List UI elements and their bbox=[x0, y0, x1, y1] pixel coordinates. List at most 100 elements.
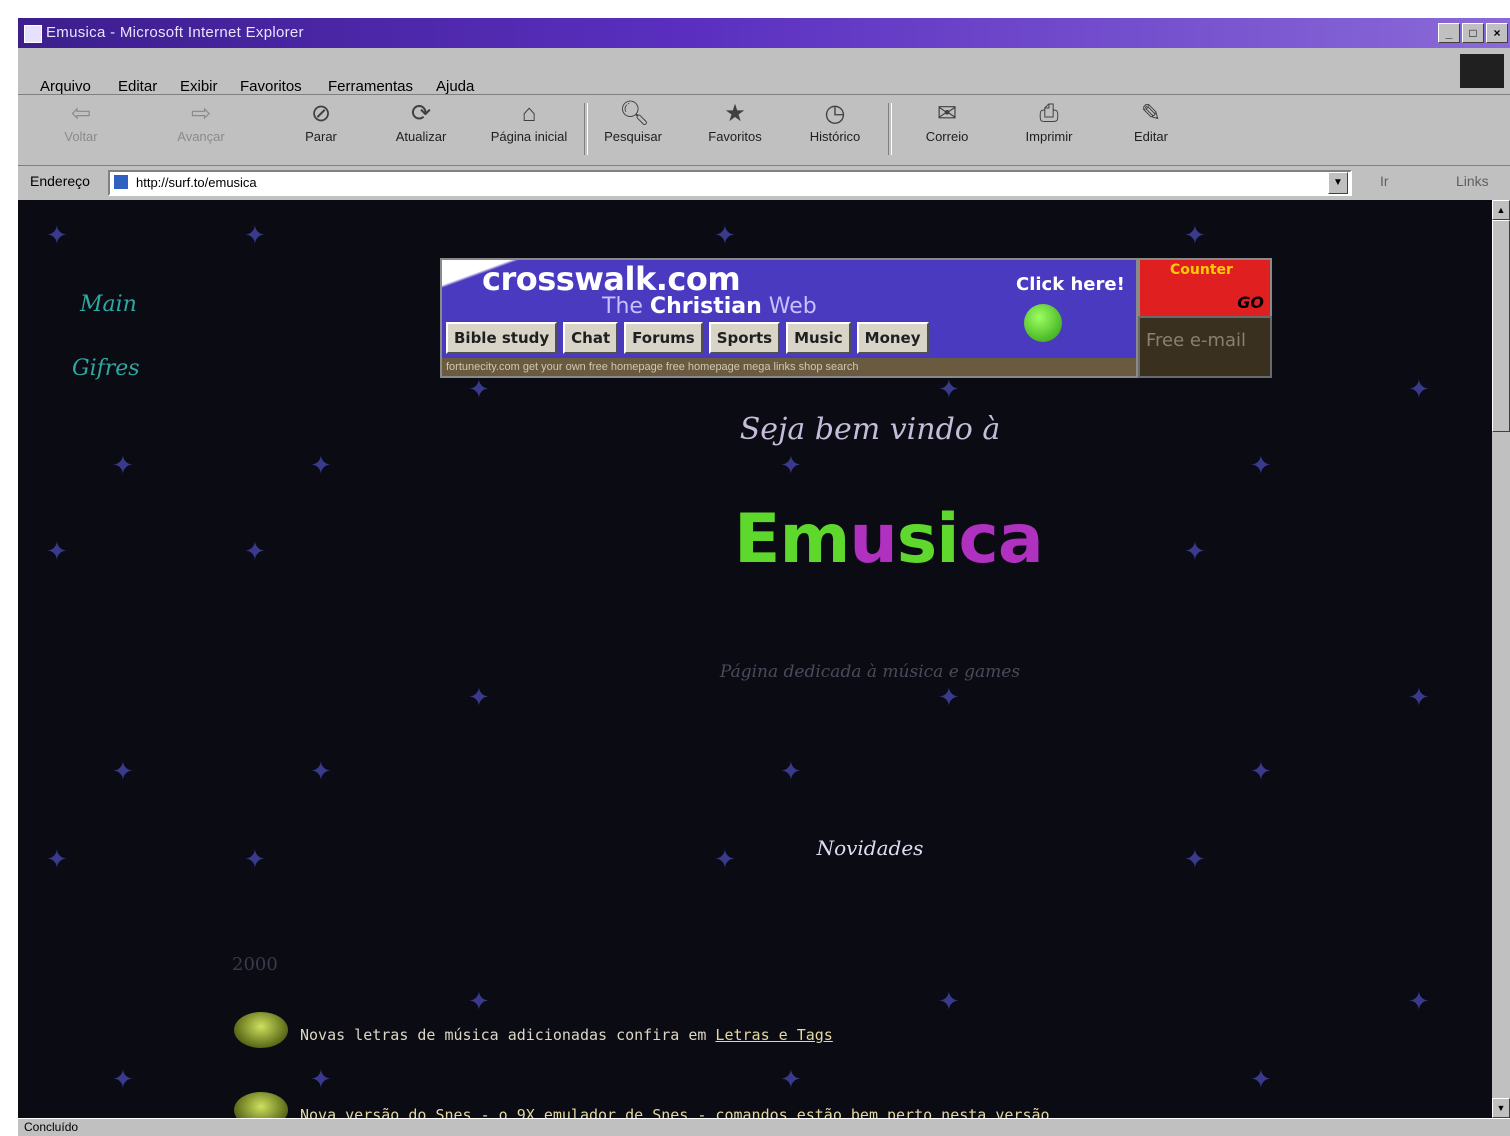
crosswalk-banner[interactable]: crosswalk.com The Christian Web Click he… bbox=[440, 258, 1138, 378]
refresh-button[interactable]: ⟳ Atualizar bbox=[376, 99, 466, 159]
menu-ferramentas[interactable]: Ferramentas bbox=[328, 78, 413, 95]
forward-arrow-icon: ⇨ bbox=[190, 100, 212, 127]
site-subtitle: Página dedicada à música e games bbox=[719, 662, 1021, 682]
mail-icon: ✉ bbox=[936, 100, 958, 127]
ie-page-icon bbox=[24, 25, 42, 43]
print-button[interactable]: ⎙ Imprimir bbox=[1004, 99, 1094, 159]
banner-button-money[interactable]: Money bbox=[856, 322, 929, 354]
mail-button[interactable]: ✉ Correio bbox=[902, 99, 992, 159]
nav-link-main[interactable]: Main bbox=[80, 292, 137, 317]
banner-go-icon[interactable] bbox=[1024, 304, 1062, 342]
star-icon: ✦ bbox=[468, 986, 490, 1016]
star-icon: ✦ bbox=[112, 1064, 134, 1094]
star-icon: ✦ bbox=[244, 536, 266, 566]
new-badge-icon bbox=[234, 1092, 288, 1118]
menu-exibir[interactable]: Exibir bbox=[180, 78, 218, 95]
search-icon: 🔍︎ bbox=[619, 100, 650, 127]
print-label: Imprimir bbox=[1025, 129, 1073, 144]
back-button[interactable]: ⇦ Voltar bbox=[36, 99, 126, 159]
close-button[interactable]: × bbox=[1486, 23, 1508, 43]
counter-banner[interactable]: Counter GO bbox=[1138, 258, 1272, 318]
edit-icon: ✎ bbox=[1140, 100, 1162, 127]
star-icon: ✦ bbox=[1184, 220, 1206, 250]
scroll-up-icon[interactable]: ▲ bbox=[1492, 200, 1510, 220]
favorites-label: Favoritos bbox=[708, 129, 762, 144]
mail-label: Correio bbox=[925, 129, 969, 144]
stop-button[interactable]: ⊘ Parar bbox=[276, 99, 366, 159]
address-dropdown-button[interactable]: ▼ bbox=[1328, 172, 1348, 194]
star-icon: ✦ bbox=[244, 220, 266, 250]
home-button[interactable]: ⌂ Página inicial bbox=[474, 99, 584, 159]
stop-icon: ⊘ bbox=[310, 100, 332, 127]
star-icon: ✦ bbox=[1250, 756, 1272, 786]
free-email-text: Free e-mail bbox=[1146, 330, 1247, 351]
toolbar: ⇦ Voltar ⇨ Avançar ⊘ Parar ⟳ Atualizar ⌂… bbox=[18, 95, 1510, 166]
banner-footer[interactable]: fortunecity.com get your own free homepa… bbox=[442, 358, 1136, 376]
new-badge-icon bbox=[234, 1012, 288, 1048]
star-icon: ✦ bbox=[780, 756, 802, 786]
title-bar: Emusica - Microsoft Internet Explorer _ … bbox=[18, 18, 1510, 48]
tagline-pre: The bbox=[602, 294, 643, 319]
go-button[interactable]: Ir bbox=[1380, 173, 1389, 189]
star-icon: ✦ bbox=[1250, 450, 1272, 480]
news-item-text: Nova versão do Snes - o 9X emulador de S… bbox=[300, 1106, 1050, 1118]
search-label: Pesquisar bbox=[604, 129, 662, 144]
window-controls: _ □ × bbox=[1438, 23, 1508, 43]
print-icon: ⎙ bbox=[1039, 100, 1059, 127]
refresh-label: Atualizar bbox=[395, 129, 447, 144]
banner-click-here[interactable]: Click here! bbox=[1016, 274, 1125, 295]
banner-button-sports[interactable]: Sports bbox=[708, 322, 781, 354]
edit-label: Editar bbox=[1134, 129, 1168, 144]
banner-button-music[interactable]: Music bbox=[786, 322, 851, 354]
history-button[interactable]: ◷ Histórico bbox=[790, 99, 880, 159]
windows-logo-icon bbox=[1460, 54, 1504, 88]
star-icon: ✦ bbox=[1250, 1064, 1272, 1094]
star-icon: ✦ bbox=[46, 536, 68, 566]
news-item-link[interactable]: Letras e Tags bbox=[715, 1026, 832, 1044]
menu-ajuda[interactable]: Ajuda bbox=[436, 78, 474, 95]
banner-button-bible-study[interactable]: Bible study bbox=[446, 322, 558, 354]
back-label: Voltar bbox=[64, 129, 98, 144]
toolbar-separator bbox=[888, 103, 892, 155]
window-title: Emusica - Microsoft Internet Explorer bbox=[46, 24, 304, 41]
vertical-scrollbar[interactable]: ▲ ▼ bbox=[1492, 200, 1510, 1118]
free-email-banner[interactable]: Free e-mail bbox=[1138, 316, 1272, 378]
counter-title: Counter bbox=[1170, 262, 1233, 278]
minimize-button[interactable]: _ bbox=[1438, 23, 1460, 43]
forward-button[interactable]: ⇨ Avançar bbox=[156, 99, 246, 159]
scroll-down-icon[interactable]: ▼ bbox=[1492, 1098, 1510, 1118]
logo-part: si bbox=[896, 500, 960, 579]
stop-label: Parar bbox=[305, 129, 337, 144]
news-item-body: Novas letras de música adicionadas confi… bbox=[300, 1026, 707, 1044]
banner-button-chat[interactable]: Chat bbox=[563, 322, 619, 354]
banner-logo: crosswalk.com bbox=[482, 260, 741, 298]
address-input[interactable]: http://surf.to/emusica ▼ bbox=[108, 170, 1352, 196]
news-item-link[interactable]: Nova versão do Snes - o 9X emulador de S… bbox=[300, 1106, 1050, 1118]
star-icon: ✦ bbox=[714, 220, 736, 250]
star-icon: ✦ bbox=[46, 220, 68, 250]
maximize-button[interactable]: □ bbox=[1462, 23, 1484, 43]
back-arrow-icon: ⇦ bbox=[70, 100, 92, 127]
menu-editar[interactable]: Editar bbox=[118, 78, 157, 95]
edit-button[interactable]: ✎ Editar bbox=[1106, 99, 1196, 159]
star-icon: ✦ bbox=[938, 682, 960, 712]
scroll-thumb[interactable] bbox=[1492, 220, 1510, 432]
star-icon: ✦ bbox=[780, 450, 802, 480]
menu-favoritos[interactable]: Favoritos bbox=[240, 78, 302, 95]
nav-link-gifres[interactable]: Gifres bbox=[72, 356, 140, 381]
news-heading: Novidades bbox=[816, 836, 924, 860]
star-icon: ✦ bbox=[938, 986, 960, 1016]
star-icon: ✦ bbox=[780, 1064, 802, 1094]
favorites-button[interactable]: ★ Favoritos bbox=[690, 99, 780, 159]
banner-button-forums[interactable]: Forums bbox=[624, 322, 703, 354]
menu-arquivo[interactable]: Arquivo bbox=[40, 78, 91, 95]
star-icon: ✦ bbox=[938, 374, 960, 404]
star-icon: ✦ bbox=[112, 450, 134, 480]
links-button[interactable]: Links bbox=[1456, 173, 1489, 189]
browser-window: Emusica - Microsoft Internet Explorer _ … bbox=[18, 18, 1510, 1136]
site-logo: Emusica bbox=[734, 500, 1044, 579]
search-button[interactable]: 🔍︎ Pesquisar bbox=[588, 99, 678, 159]
home-icon: ⌂ bbox=[521, 100, 537, 127]
welcome-text: Seja bem vindo à bbox=[739, 412, 1001, 447]
star-icon: ✦ bbox=[468, 374, 490, 404]
